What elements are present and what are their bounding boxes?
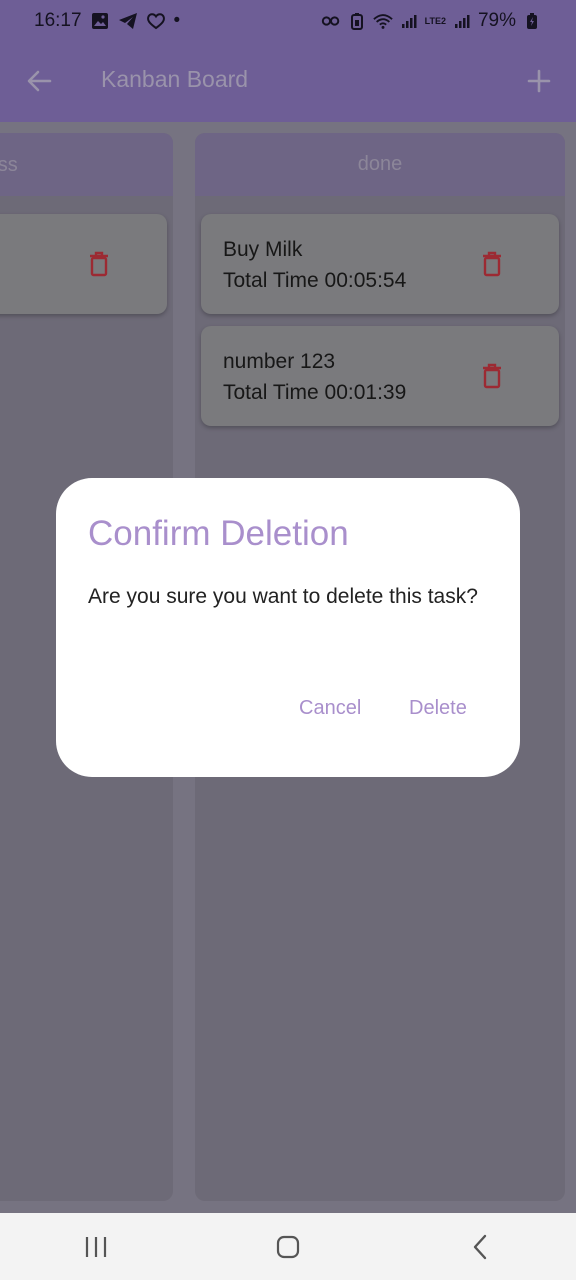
signal-icon-1 <box>399 11 419 31</box>
home-icon <box>276 1235 300 1258</box>
chevron-left-icon <box>473 1234 487 1259</box>
trash-icon[interactable] <box>88 251 110 277</box>
battery-saver-icon <box>347 11 367 31</box>
add-task-button[interactable] <box>522 64 556 98</box>
task-title: number 123 <box>223 350 336 373</box>
page-title: Kanban Board <box>101 66 249 92</box>
heart-chat-icon <box>146 11 166 31</box>
task-time: Total Time 00:01:39 <box>223 381 407 404</box>
status-bar: 16:17 • LTE2 79% <box>0 0 576 42</box>
status-left: 16:17 • <box>34 10 180 32</box>
column-header: done <box>195 133 565 196</box>
wifi-icon <box>372 11 393 31</box>
status-dot: • <box>173 10 181 31</box>
recent-apps-icon <box>85 1236 107 1257</box>
vpn-key-icon <box>321 11 341 31</box>
plus-icon <box>527 69 551 93</box>
task-time: Total Time 00:05:54 <box>223 269 407 292</box>
battery-icon <box>522 11 542 31</box>
lte-label: LTE2 <box>424 15 446 26</box>
gallery-icon <box>90 11 110 31</box>
task-card[interactable]: number 123 Total Time 00:01:39 <box>201 326 559 426</box>
signal-icon-2 <box>452 11 472 31</box>
delete-button[interactable]: Delete <box>409 697 467 720</box>
cancel-button[interactable]: Cancel <box>299 697 361 720</box>
status-time: 16:17 <box>34 10 82 31</box>
column-title: ress <box>0 154 18 176</box>
back-button[interactable] <box>22 64 56 98</box>
dialog-message: Are you sure you want to delete this tas… <box>88 585 478 608</box>
status-right: LTE2 79% <box>321 10 542 32</box>
trash-icon[interactable] <box>481 251 503 277</box>
telegram-icon <box>118 11 138 31</box>
task-title: Buy Milk <box>223 238 303 261</box>
app-bar: Kanban Board <box>0 42 576 122</box>
system-nav-bar <box>0 1213 576 1280</box>
task-card-text: Buy Milk Total Time 00:05:54 <box>223 234 406 296</box>
recent-apps-button[interactable] <box>66 1227 126 1267</box>
task-card-text: number 123 Total Time 00:01:39 <box>223 346 406 408</box>
confirm-deletion-dialog: Confirm Deletion Are you sure you want t… <box>56 478 520 777</box>
column-header: ress <box>0 133 173 196</box>
trash-icon[interactable] <box>481 363 503 389</box>
arrow-left-icon <box>27 70 52 92</box>
dialog-title: Confirm Deletion <box>88 514 349 553</box>
battery-percent: 79% <box>477 10 516 31</box>
task-card[interactable] <box>0 214 167 314</box>
back-nav-button[interactable] <box>450 1227 510 1267</box>
task-card[interactable]: Buy Milk Total Time 00:05:54 <box>201 214 559 314</box>
column-title: done <box>357 153 403 175</box>
home-button[interactable] <box>258 1227 318 1267</box>
